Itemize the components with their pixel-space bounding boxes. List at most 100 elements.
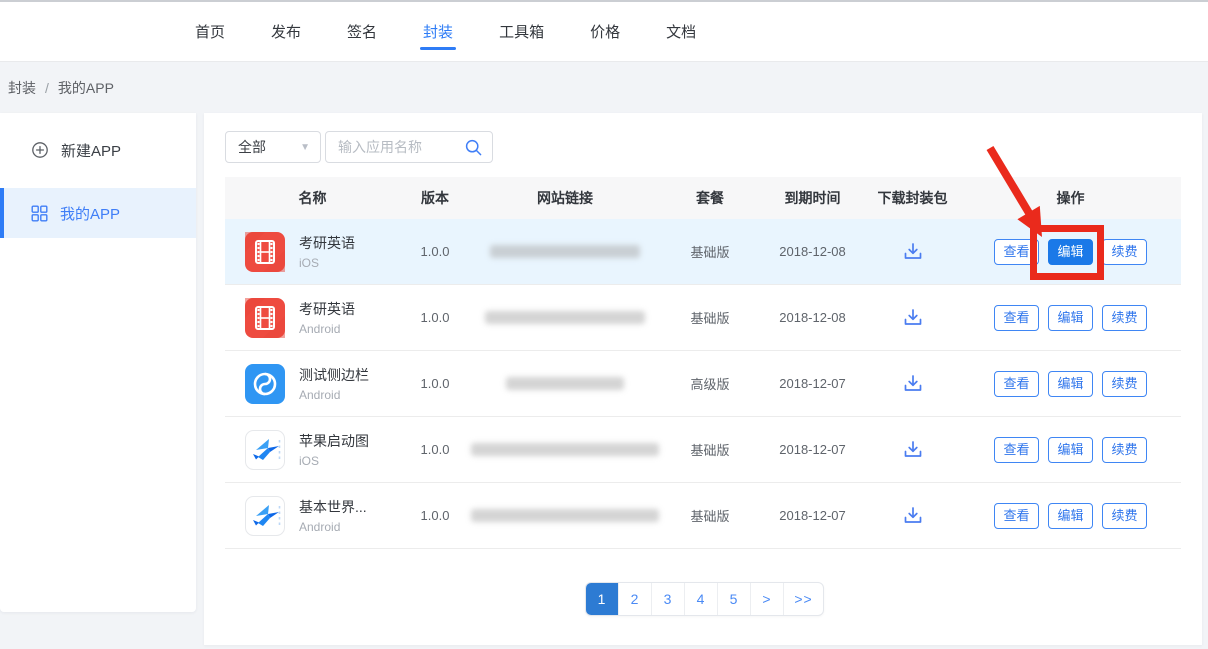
app-platform: Android	[299, 322, 355, 336]
last-page-button[interactable]: >>	[784, 583, 823, 615]
app-version: 1.0.0	[400, 244, 470, 259]
main-content: 全部 ▼ 名称 版本 网站链接 套餐 到期时间 下载封装包 操作	[204, 113, 1202, 645]
download-icon[interactable]	[902, 308, 924, 328]
row-actions: 查看 编辑 续费	[960, 305, 1181, 331]
app-name-block: 考研英语 Android	[299, 299, 355, 336]
pagination: 1 2 3 4 5 > >>	[585, 582, 824, 616]
app-table: 名称 版本 网站链接 套餐 到期时间 下载封装包 操作	[225, 177, 1181, 549]
search-icon[interactable]	[464, 138, 483, 157]
breadcrumb: 封装 / 我的APP	[0, 63, 114, 112]
filter-dropdown[interactable]: 全部 ▼	[225, 131, 321, 163]
app-url-cell	[470, 311, 660, 324]
page-button-3[interactable]: 3	[652, 583, 685, 615]
app-name: 测试侧边栏	[299, 365, 369, 385]
edit-button[interactable]: 编辑	[1048, 305, 1093, 331]
app-expiry: 2018-12-08	[760, 244, 865, 259]
nav-item-signature[interactable]: 签名	[347, 2, 377, 61]
download-icon[interactable]	[902, 506, 924, 526]
renew-button[interactable]: 续费	[1102, 437, 1147, 463]
download-icon[interactable]	[902, 440, 924, 460]
breadcrumb-separator: /	[45, 80, 49, 96]
nav-item-package-active[interactable]: 封装	[423, 2, 453, 61]
app-url-cell	[470, 443, 660, 456]
edit-button[interactable]: 编辑	[1048, 239, 1093, 265]
plus-circle-icon	[31, 141, 49, 159]
column-header-expiry: 到期时间	[760, 188, 865, 208]
app-expiry: 2018-12-08	[760, 310, 865, 325]
row-actions: 查看 编辑 续费	[960, 503, 1181, 529]
table-row: 基本世界... Android 1.0.0 基础版 2018-12-07 查看 …	[225, 483, 1181, 549]
app-name-block: 基本世界... Android	[299, 497, 367, 534]
app-url-cell	[470, 509, 660, 522]
app-version: 1.0.0	[400, 310, 470, 325]
column-header-url: 网站链接	[470, 188, 660, 208]
row-actions: 查看 编辑 续费	[960, 437, 1181, 463]
origami-bird-app-icon	[245, 430, 285, 470]
app-platform: iOS	[299, 454, 369, 468]
breadcrumb-package[interactable]: 封装	[8, 78, 36, 98]
table-header: 名称 版本 网站链接 套餐 到期时间 下载封装包 操作	[225, 177, 1181, 219]
app-name-cell: 测试侧边栏 Android	[225, 364, 400, 404]
app-expiry: 2018-12-07	[760, 442, 865, 457]
nav-item-docs[interactable]: 文档	[666, 2, 696, 61]
column-header-name: 名称	[225, 188, 400, 208]
renew-button[interactable]: 续费	[1102, 239, 1147, 265]
edit-button[interactable]: 编辑	[1048, 371, 1093, 397]
app-url-cell	[470, 245, 660, 258]
app-version: 1.0.0	[400, 442, 470, 457]
view-button[interactable]: 查看	[994, 437, 1039, 463]
view-button[interactable]: 查看	[994, 305, 1039, 331]
app-name-cell: 考研英语 Android	[225, 298, 400, 338]
sidebar-item-new-app[interactable]: 新建APP	[0, 125, 196, 175]
app-url-cell	[470, 377, 660, 390]
app-name: 考研英语	[299, 299, 355, 319]
nav-item-home[interactable]: 首页	[195, 2, 225, 61]
edit-button[interactable]: 编辑	[1048, 503, 1093, 529]
grid-icon	[31, 205, 48, 222]
renew-button[interactable]: 续费	[1102, 503, 1147, 529]
film-reel-app-icon	[245, 298, 285, 338]
page-button-4[interactable]: 4	[685, 583, 718, 615]
app-expiry: 2018-12-07	[760, 508, 865, 523]
download-icon[interactable]	[902, 242, 924, 262]
row-actions: 查看 编辑 续费	[960, 371, 1181, 397]
app-version: 1.0.0	[400, 376, 470, 391]
next-page-button[interactable]: >	[751, 583, 784, 615]
renew-button[interactable]: 续费	[1102, 371, 1147, 397]
view-button[interactable]: 查看	[994, 239, 1039, 265]
renew-button[interactable]: 续费	[1102, 305, 1147, 331]
app-plan: 基础版	[660, 242, 760, 261]
row-actions: 查看 编辑 续费	[960, 239, 1181, 265]
table-row: 考研英语 Android 1.0.0 基础版 2018-12-08 查看 编辑 …	[225, 285, 1181, 351]
sidebar-item-my-app[interactable]: 我的APP	[0, 188, 196, 238]
app-platform: Android	[299, 520, 367, 534]
page-button-2[interactable]: 2	[619, 583, 652, 615]
app-version: 1.0.0	[400, 508, 470, 523]
app-plan: 基础版	[660, 506, 760, 525]
view-button[interactable]: 查看	[994, 371, 1039, 397]
app-plan: 高级版	[660, 374, 760, 393]
page-button-1[interactable]: 1	[586, 583, 619, 615]
app-name: 考研英语	[299, 233, 355, 253]
download-icon[interactable]	[902, 374, 924, 394]
app-name-block: 测试侧边栏 Android	[299, 365, 369, 402]
nav-item-toolbox[interactable]: 工具箱	[499, 2, 544, 61]
sidebar: 新建APP 我的APP	[0, 113, 196, 612]
origami-bird-app-icon	[245, 496, 285, 536]
app-name: 基本世界...	[299, 497, 367, 517]
app-expiry: 2018-12-07	[760, 376, 865, 391]
search-input[interactable]	[326, 139, 464, 155]
view-button[interactable]: 查看	[994, 503, 1039, 529]
nav-item-publish[interactable]: 发布	[271, 2, 301, 61]
app-plan: 基础版	[660, 440, 760, 459]
edit-button[interactable]: 编辑	[1048, 437, 1093, 463]
search-box	[325, 131, 493, 163]
app-name-block: 考研英语 iOS	[299, 233, 355, 270]
app-name-block: 苹果启动图 iOS	[299, 431, 369, 468]
table-row: 苹果启动图 iOS 1.0.0 基础版 2018-12-07 查看 编辑 续费	[225, 417, 1181, 483]
page-button-5[interactable]: 5	[718, 583, 751, 615]
app-plan: 基础版	[660, 308, 760, 327]
column-header-actions: 操作	[960, 188, 1181, 208]
nav-item-pricing[interactable]: 价格	[590, 2, 620, 61]
table-row: 考研英语 iOS 1.0.0 基础版 2018-12-08 查看 编辑 续费	[225, 219, 1181, 285]
